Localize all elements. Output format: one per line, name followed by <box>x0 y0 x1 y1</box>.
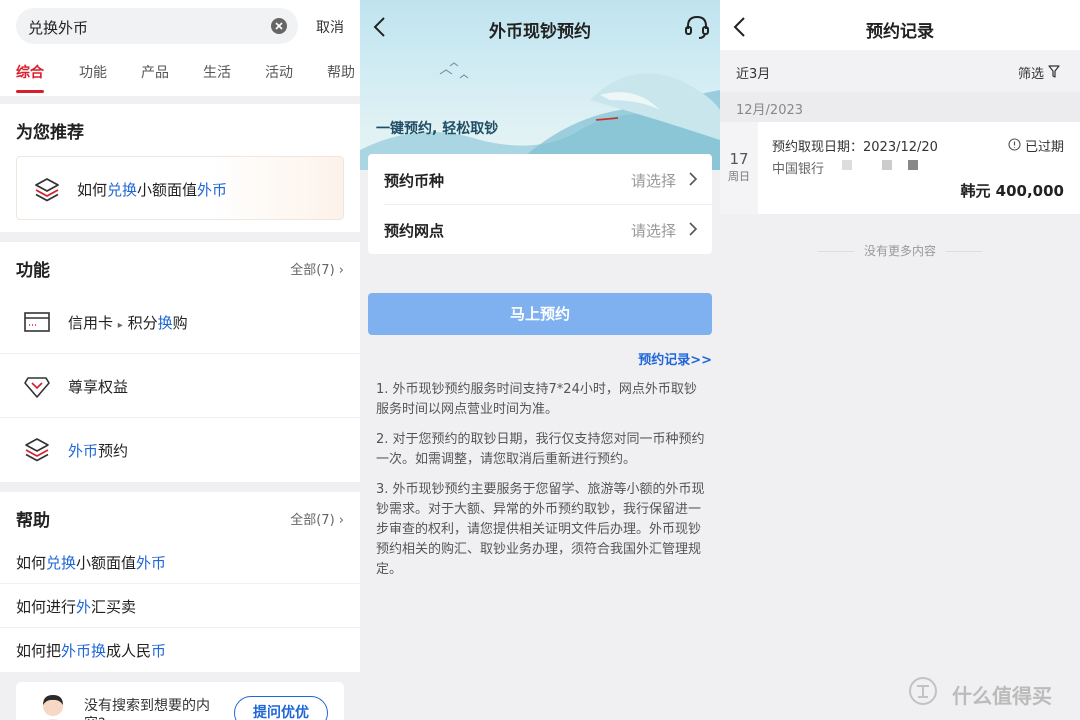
record-date: 预约取现日期：2023/12/20 <box>772 140 938 155</box>
function-item-label: 信用卡 ▸ 积分换购 <box>68 314 188 332</box>
tab-function[interactable]: 功能 <box>79 62 107 82</box>
help-item-label: 如何进行外汇买卖 <box>16 598 137 616</box>
avatar <box>43 695 63 720</box>
filter-button[interactable]: 筛选 <box>1018 63 1044 82</box>
no-result-text: 没有搜索到想要的内容? <box>84 698 210 720</box>
reserve-form: 预约币种 请选择 预约网点 请选择 <box>368 154 712 254</box>
help-title: 帮助 <box>16 511 50 531</box>
chevron-right-icon <box>689 222 698 236</box>
record-day: 17 <box>729 150 749 168</box>
redaction <box>842 160 852 170</box>
search-tabs: 综合 功能 产品 生活 活动 帮助 <box>0 62 360 96</box>
range-selector[interactable]: 近3月 <box>736 63 770 82</box>
divider <box>946 251 982 252</box>
reserve-panel: 外币现钞预约 一键预约, 轻松取钞 预约币种 请选择 预约网点 请选择 马上预约… <box>360 0 720 720</box>
recommend-title: 为您推荐 <box>16 123 84 143</box>
no-more-text: 没有更多内容 <box>863 244 936 258</box>
tab-product[interactable]: 产品 <box>141 62 169 82</box>
record-date-column: 17 周日 <box>720 122 758 214</box>
tab-activity[interactable]: 活动 <box>265 62 293 82</box>
tab-life[interactable]: 生活 <box>203 62 231 82</box>
credit-card-icon <box>24 312 50 332</box>
currency-value: 请选择 <box>630 172 676 190</box>
branch-value: 请选择 <box>630 222 676 240</box>
page-title: 外币现钞预约 <box>489 22 591 42</box>
headset-icon[interactable] <box>684 14 710 40</box>
recommend-section: 为您推荐 如何兑换小额面值外币 <box>0 104 360 232</box>
layers-icon <box>35 178 59 202</box>
reserve-now-button[interactable]: 马上预约 <box>368 293 712 335</box>
tab-underline <box>16 90 44 93</box>
search-query: 兑换外币 <box>28 19 89 37</box>
record-panel: 预约记录 近3月 筛选 12月/2023 17 周日 预约取现日期：2023/1… <box>720 0 1080 720</box>
currency-select[interactable]: 预约币种 请选择 <box>368 154 712 205</box>
function-item-label: 尊享权益 <box>68 378 129 396</box>
watermark: 什么值得买 <box>952 684 1052 708</box>
search-input[interactable]: 兑换外币 <box>16 8 298 44</box>
help-item[interactable]: 如何进行外汇买卖 <box>0 584 360 628</box>
redaction <box>908 160 918 170</box>
month-header: 12月/2023 <box>720 92 1080 122</box>
tab-all[interactable]: 综合 <box>16 62 44 82</box>
banner: 外币现钞预约 一键预约, 轻松取钞 <box>360 0 720 170</box>
function-title: 功能 <box>16 261 50 281</box>
reserve-record-link[interactable]: 预约记录>> <box>638 349 712 368</box>
note-2: 2. 对于您预约的取钞日期，我行仅支持您对同一币种预约一次。如需调整，请您取消后… <box>376 432 705 467</box>
function-item-privilege[interactable]: 尊享权益 <box>0 354 360 418</box>
redaction <box>882 160 892 170</box>
diamond-icon <box>24 377 50 398</box>
record-status: 已过期 <box>1025 140 1065 155</box>
help-item-label: 如何兑换小额面值外币 <box>16 554 167 572</box>
month-label: 12月/2023 <box>736 103 804 118</box>
function-more-link[interactable]: 全部(7) › <box>290 259 344 278</box>
clear-icon[interactable] <box>270 17 288 35</box>
tab-help[interactable]: 帮助 <box>327 62 355 82</box>
recommend-item-label: 如何兑换小额面值外币 <box>77 181 228 199</box>
record-header: 预约记录 <box>720 0 1080 50</box>
function-item-label: 外币预约 <box>68 442 129 460</box>
recommend-item[interactable]: 如何兑换小额面值外币 <box>16 156 344 220</box>
filter-icon[interactable] <box>1048 65 1060 78</box>
record-bank: 中国银行 <box>772 162 825 177</box>
function-section: 功能 全部(7) › 信用卡 ▸ 积分换购 尊享权益 外币预约 <box>0 242 360 482</box>
record-weekday: 周日 <box>728 170 750 183</box>
slogan: 一键预约, 轻松取钞 <box>376 121 499 137</box>
record-amount: 韩元 400,000 <box>960 182 1064 200</box>
note-3: 3. 外币现钞预约主要服务于您留学、旅游等小额的外币现钞需求。对于大额、异常的外… <box>376 482 705 577</box>
page-title: 预约记录 <box>866 22 934 42</box>
currency-label: 预约币种 <box>384 172 445 190</box>
ask-button[interactable]: 提问优优 <box>234 696 328 720</box>
record-item[interactable]: 17 周日 预约取现日期：2023/12/20 中国银行 已过期 韩元 400,… <box>720 122 1080 214</box>
help-item[interactable]: 如何把外币换成人民币 <box>0 628 360 672</box>
cancel-button[interactable]: 取消 <box>316 17 344 37</box>
filter-bar: 近3月 筛选 <box>720 50 1080 92</box>
layers-icon <box>25 438 49 462</box>
branch-select[interactable]: 预约网点 请选择 <box>368 204 712 254</box>
function-item-credit-card[interactable]: 信用卡 ▸ 积分换购 <box>0 290 360 354</box>
help-more-link[interactable]: 全部(7) › <box>290 509 344 528</box>
chevron-right-icon <box>689 172 698 186</box>
note-1: 1. 外币现钞预约服务时间支持7*24小时，网点外币取钞服务时间以网点营业时间为… <box>376 382 697 417</box>
chevron-right-icon: › <box>338 513 344 528</box>
help-item[interactable]: 如何兑换小额面值外币 <box>0 540 360 584</box>
search-panel: 兑换外币 取消 综合 功能 产品 生活 活动 帮助 为您推荐 如何兑换小额面值外… <box>0 0 360 720</box>
search-header: 兑换外币 取消 综合 功能 产品 生活 活动 帮助 <box>0 0 360 96</box>
chevron-right-icon: › <box>338 263 344 278</box>
no-result-card: 没有搜索到想要的内容? 提问优优 <box>16 682 344 720</box>
help-item-label: 如何把外币换成人民币 <box>16 642 167 660</box>
watermark-logo-icon <box>909 677 937 705</box>
function-item-forex-reserve[interactable]: 外币预约 <box>0 418 360 482</box>
help-section: 帮助 全部(7) › 如何兑换小额面值外币 如何进行外汇买卖 如何把外币换成人民… <box>0 492 360 672</box>
info-icon <box>1008 138 1021 151</box>
branch-label: 预约网点 <box>384 222 445 240</box>
